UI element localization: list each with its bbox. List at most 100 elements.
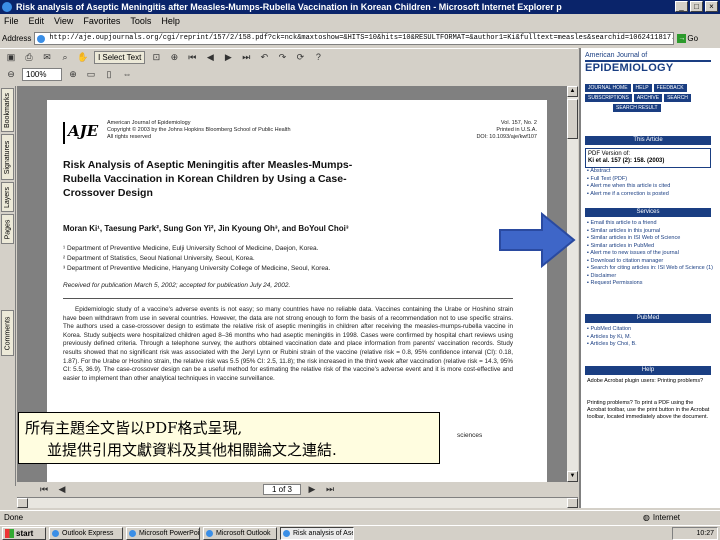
tab-layers-label: Layers [4, 186, 12, 208]
first-page-status-icon[interactable]: ⏮ [37, 483, 51, 496]
globe-icon: ◍ [642, 513, 650, 522]
fit-width-icon[interactable]: ⇔ [120, 68, 134, 81]
zoom-in-icon[interactable]: ⊕ [66, 68, 80, 81]
back-view-icon[interactable]: ↶ [257, 51, 271, 64]
email-icon[interactable]: ✉ [40, 51, 54, 64]
doi-line: DOI: 10.1093/aje/kwf107 [476, 134, 537, 140]
link-disclaimer[interactable]: Disclaimer [587, 273, 713, 281]
search-icon[interactable]: ⌕ [58, 51, 72, 64]
next-page-status-icon[interactable]: ▶ [305, 483, 319, 496]
nav-search-result[interactable]: SEARCH RESULT [613, 104, 661, 112]
link-download-citation[interactable]: Download to citation manager [587, 258, 713, 266]
pdf-status-row: ⏮ ◀ 1 of 3 ▶ ⏭ [17, 483, 578, 496]
start-button[interactable]: start [2, 526, 46, 540]
pdf-vertical-scrollbar[interactable]: ▲ ▼ [566, 86, 578, 482]
scroll-right-icon[interactable] [567, 498, 578, 508]
link-full-text[interactable]: Full Text (PDF) [587, 176, 713, 184]
help-text-printing: Printing problems? To print a PDF using … [587, 400, 710, 420]
help-text: Adobe Acrobat plugin users: Printing pro… [587, 378, 704, 384]
nav-help[interactable]: HELP [632, 84, 652, 92]
page-indicator[interactable]: 1 of 3 [263, 484, 301, 495]
tab-comments[interactable]: Comments [1, 310, 14, 356]
scroll-left-icon[interactable] [17, 498, 28, 508]
menu-bar: File Edit View Favorites Tools Help [0, 14, 720, 28]
prev-page-icon[interactable]: ◀ [203, 51, 217, 64]
rights-line: All rights reserved [107, 134, 152, 140]
citation-line-2: Ki et al. 157 (2): 158. (2003) [588, 158, 665, 164]
link-abstract[interactable]: Abstract [587, 168, 713, 176]
taskbar-item-powerpoint[interactable]: Microsoft PowerPoint [126, 526, 200, 540]
link-email-friend[interactable]: Email this article to a friend [587, 220, 713, 228]
zoom-field[interactable]: 100% [22, 68, 62, 81]
forward-view-icon[interactable]: ↷ [275, 51, 289, 64]
tab-pages[interactable]: Pages [1, 214, 14, 244]
pubmed-heading: PubMed [585, 314, 711, 323]
menu-file[interactable]: File [4, 16, 19, 26]
nav-feedback[interactable]: FEEDBACK [653, 84, 687, 92]
help-heading: Help [585, 366, 711, 375]
taskbar-item-risk-analysis[interactable]: Risk analysis of Aseptic... [280, 526, 354, 540]
go-label: Go [687, 33, 699, 43]
link-articles-ki[interactable]: Articles by Ki, M. [587, 334, 713, 342]
print-icon[interactable]: ⎙ [22, 51, 36, 64]
help-icon[interactable]: ? [311, 51, 325, 64]
menu-edit[interactable]: Edit [29, 16, 45, 26]
affiliation-1: ¹ Department of Preventive Medicine, Eul… [63, 245, 319, 252]
select-text-button[interactable]: Ⅰ Select Text [94, 51, 146, 64]
nav-archive[interactable]: ARCHIVE [633, 94, 663, 102]
nav-journal-home[interactable]: JOURNAL HOME [585, 84, 631, 92]
link-articles-choi[interactable]: Articles by Choi, B. [587, 341, 713, 349]
close-button[interactable]: × [705, 1, 718, 12]
pdf-horizontal-scrollbar[interactable] [17, 497, 578, 508]
tab-layers[interactable]: Layers [1, 182, 14, 212]
minimize-button[interactable]: _ [675, 1, 688, 12]
tab-bookmarks[interactable]: Bookmarks [1, 88, 14, 132]
last-page-status-icon[interactable]: ⏭ [323, 483, 337, 496]
this-article-heading: This Article [585, 136, 711, 145]
tab-bookmarks-label: Bookmarks [4, 92, 12, 128]
snapshot-icon[interactable]: ⊡ [149, 51, 163, 64]
link-permissions[interactable]: Request Permissions [587, 280, 713, 288]
next-page-icon[interactable]: ▶ [221, 51, 235, 64]
caption-line-1: 所有主題全文皆以PDF格式呈現, [25, 419, 243, 437]
hand-tool-icon[interactable]: ✋ [76, 51, 90, 64]
taskbar-item-outlook-express[interactable]: Outlook Express [49, 526, 123, 540]
prev-page-status-icon[interactable]: ◀ [55, 483, 69, 496]
link-alert-correction[interactable]: Alert me if a correction is posted [587, 191, 713, 199]
link-citing-articles[interactable]: Search for citing articles in: ISI Web o… [587, 265, 713, 273]
zoom-icon[interactable]: ⊕ [167, 51, 181, 64]
actual-size-icon[interactable]: ▭ [84, 68, 98, 81]
menu-help[interactable]: Help [161, 16, 180, 26]
taskbar-item-outlook[interactable]: Microsoft Outlook [203, 526, 277, 540]
link-alert-cited[interactable]: Alert me when this article is cited [587, 183, 713, 191]
fit-page-icon[interactable]: ▯ [102, 68, 116, 81]
menu-favorites[interactable]: Favorites [83, 16, 120, 26]
first-page-icon[interactable]: ⏮ [185, 51, 199, 64]
go-button[interactable]: → Go [677, 32, 703, 45]
menu-view[interactable]: View [54, 16, 73, 26]
scroll-down-icon[interactable]: ▼ [567, 471, 578, 482]
link-similar-isi[interactable]: Similar articles in ISI Web of Science [587, 235, 713, 243]
link-alert-issues[interactable]: Alert me to new issues of the journal [587, 250, 713, 258]
text-cursor-icon: Ⅰ [98, 53, 101, 62]
save-icon[interactable]: ▣ [4, 51, 18, 64]
nav-subscriptions[interactable]: SUBSCRIPTIONS [585, 94, 632, 102]
menu-tools[interactable]: Tools [130, 16, 151, 26]
nav-search[interactable]: SEARCH [664, 94, 691, 102]
select-text-label: Select Text [102, 53, 142, 62]
link-pubmed-citation[interactable]: PubMed Citation [587, 326, 713, 334]
last-page-icon[interactable]: ⏭ [239, 51, 253, 64]
tab-comments-label: Comments [4, 316, 11, 350]
rotate-icon[interactable]: ⟳ [293, 51, 307, 64]
title-bar: Risk analysis of Aseptic Meningitis afte… [0, 0, 720, 14]
scroll-thumb[interactable] [567, 99, 578, 139]
scroll-up-icon[interactable]: ▲ [567, 86, 578, 97]
rule-divider [63, 298, 513, 299]
link-similar-pubmed[interactable]: Similar articles in PubMed [587, 243, 713, 251]
link-similar-journal[interactable]: Similar articles in this journal [587, 228, 713, 236]
maximize-button[interactable]: □ [690, 1, 703, 12]
address-input[interactable]: http://aje.oupjournals.org/cgi/reprint/1… [34, 31, 675, 45]
zoom-out-icon[interactable]: ⊖ [4, 68, 18, 81]
tab-signatures[interactable]: Signatures [1, 134, 14, 180]
affiliation-2: ² Department of Statistics, Seoul Nation… [63, 255, 255, 262]
